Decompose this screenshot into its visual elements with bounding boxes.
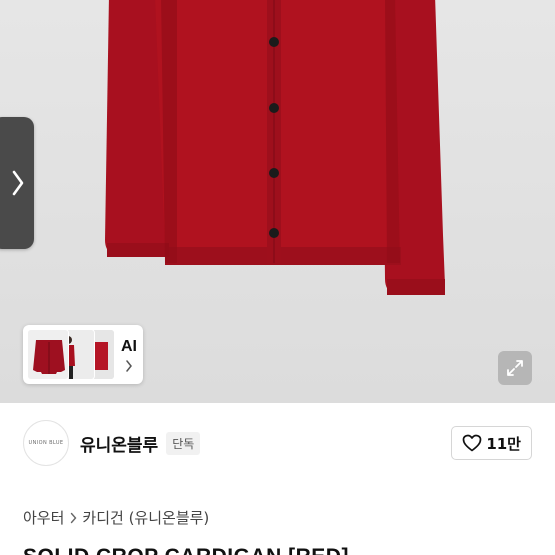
chevron-right-icon (126, 359, 132, 372)
like-count: 11만 (486, 434, 521, 453)
previous-image-button[interactable] (0, 117, 34, 249)
breadcrumb-item-outer[interactable]: 아우터 (23, 507, 64, 528)
thumbnail-stack (27, 329, 115, 380)
chevron-right-icon (70, 512, 77, 524)
ai-label: AI (121, 337, 137, 355)
brand-logo[interactable]: UNION BLUE (23, 420, 69, 466)
breadcrumb-item-cardigan[interactable]: 카디건 (유니온블루) (82, 507, 209, 528)
heart-icon (462, 434, 482, 452)
thumbnail-cardigan (27, 329, 69, 380)
exclusive-badge: 단독 (166, 431, 201, 455)
chevron-right-icon (12, 170, 24, 196)
product-title: SOLID CROP CARDIGAN [RED] (23, 545, 349, 555)
expand-image-button[interactable] (498, 351, 532, 385)
product-image (105, 0, 445, 295)
ai-entry: AI (121, 338, 137, 372)
brand-row: UNION BLUE 유니온블루 단독 11만 (0, 403, 555, 483)
product-image-gallery[interactable]: AI (0, 0, 555, 403)
breadcrumb: 아우터 카디건 (유니온블루) (23, 507, 209, 528)
brand-name[interactable]: 유니온블루 (80, 431, 158, 456)
ai-similar-items-button[interactable]: AI (23, 325, 143, 384)
brand-logo-text: UNION BLUE (28, 440, 64, 446)
like-button[interactable]: 11만 (451, 426, 532, 460)
expand-icon (507, 360, 523, 376)
